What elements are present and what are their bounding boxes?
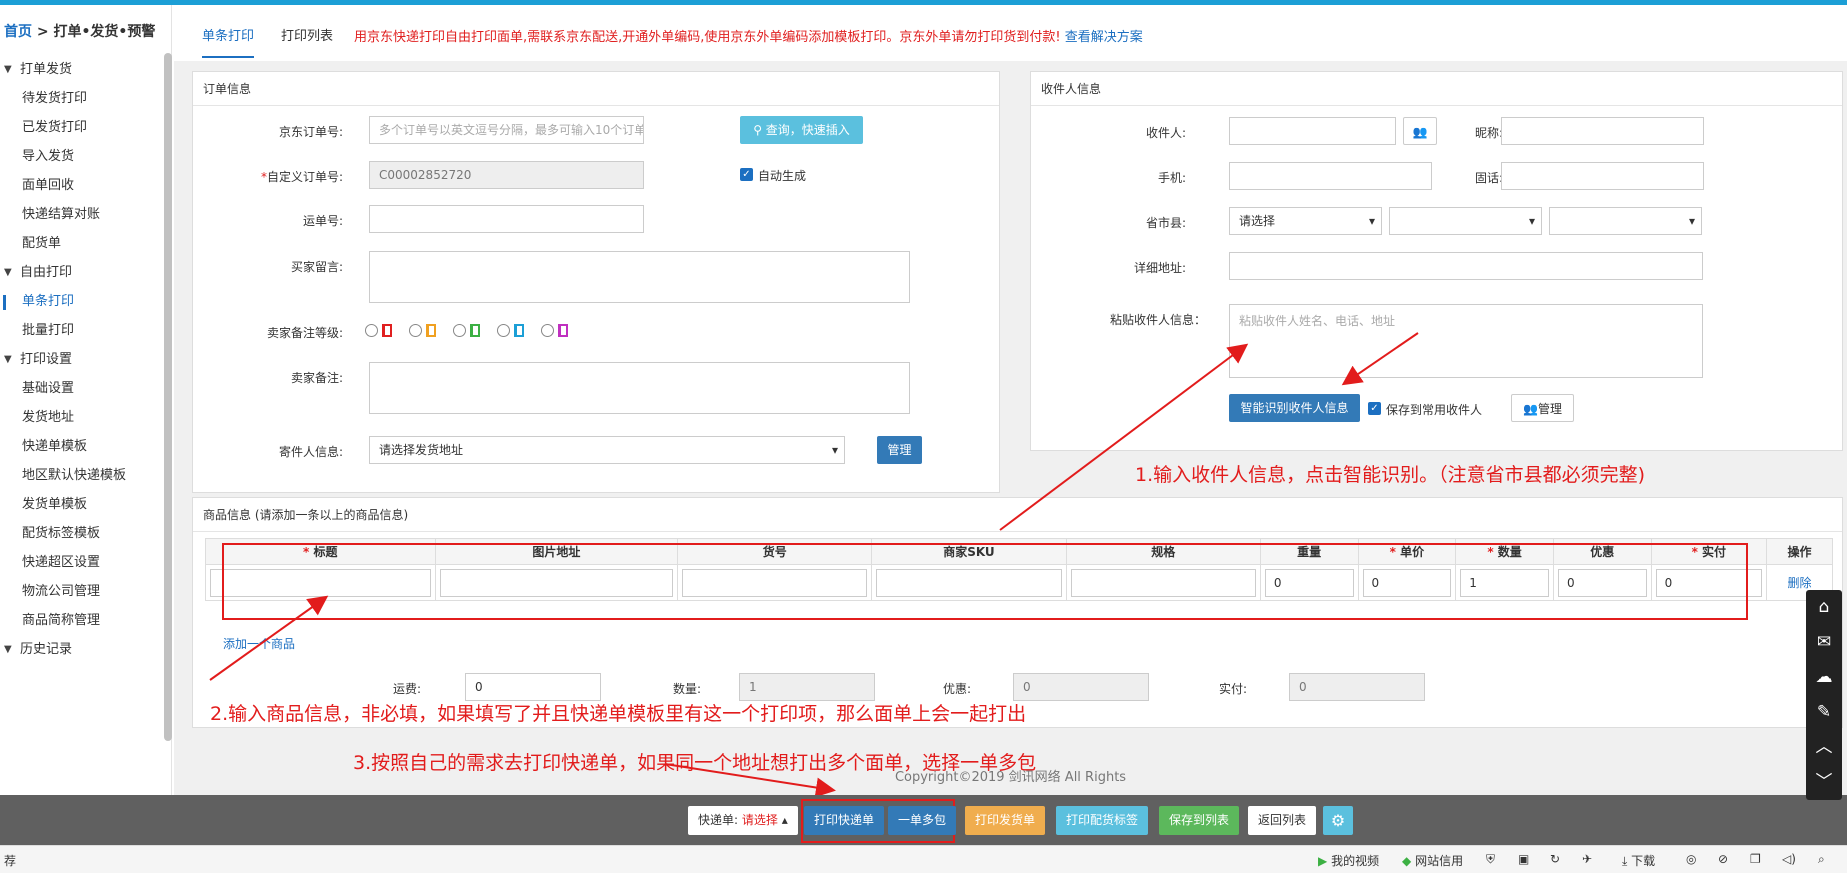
shield-status-icon[interactable]: ⛨ [1486, 852, 1495, 867]
chevron-down-icon[interactable]: ﹀ [1806, 765, 1842, 800]
chat-icon[interactable]: ☁ [1806, 660, 1842, 695]
image-icon[interactable]: ▣ [1518, 852, 1529, 866]
my-video-link[interactable]: ▶ 我的视频 [1318, 852, 1379, 869]
window-icon[interactable]: ❐ [1750, 852, 1761, 866]
browser-icon[interactable]: ⊘ [1718, 852, 1728, 866]
glasses-icon[interactable]: ◎ [1686, 852, 1696, 866]
gear-icon: ⚙ [1330, 811, 1346, 830]
play-icon: ▶ [1318, 854, 1328, 868]
arrow-to-recognize [1341, 332, 1419, 386]
print-express-button[interactable]: 打印快递单 [804, 806, 885, 835]
zoom-icon[interactable]: ⌕ [1818, 852, 1825, 867]
home-icon[interactable]: ⌂ [1806, 590, 1842, 625]
browser-status-bar: 荐 ▶ 我的视频 ◆ 网站信用 ⛨ ▣ ↻ ✈ ⤓ 下载 ◎ ⊘ ❐ ◁) ⌕ [0, 845, 1847, 873]
download-link[interactable]: ⤓ 下载 [1622, 852, 1655, 869]
chevron-up-icon[interactable]: ︿ [1806, 730, 1842, 765]
bottom-action-bar: 快递单: 请选择 ▴ 打印快递单 一单多包 打印发货单 打印配货标签 保存到列表… [0, 795, 1847, 845]
site-credit-link[interactable]: ◆ 网站信用 [1402, 852, 1463, 869]
caret-up-icon: ▴ [781, 813, 788, 827]
arrow-to-paste [999, 343, 1249, 531]
right-toolbar: ⌂ ✉ ☁ ✎ ︿ ﹀ [1806, 590, 1842, 800]
multi-package-button[interactable]: 一单多包 [888, 806, 957, 835]
print-label-button[interactable]: 打印配货标签 [1056, 806, 1149, 835]
copyright: Copyright©2019 剑讯网络 All Rights [894, 770, 1127, 785]
plane-icon[interactable]: ✈ [1582, 852, 1592, 866]
shield-icon: ◆ [1402, 854, 1412, 868]
annotation-arrows [209, 332, 1419, 798]
express-template-dropup[interactable]: 快递单: 请选择 ▴ [688, 806, 798, 835]
refresh-icon[interactable]: ↻ [1550, 852, 1560, 866]
volume-icon[interactable]: ◁) [1782, 852, 1796, 866]
save-to-list-button[interactable]: 保存到列表 [1159, 806, 1240, 835]
edit-icon[interactable]: ✎ [1806, 695, 1842, 730]
print-delivery-button[interactable]: 打印发货单 [965, 806, 1046, 835]
download-icon: ⤓ [1622, 854, 1628, 868]
back-to-list-button[interactable]: 返回列表 [1248, 806, 1317, 835]
status-left: 荐 [4, 854, 17, 868]
arrow-to-goods [209, 595, 329, 681]
settings-button[interactable]: ⚙ [1323, 806, 1353, 835]
mail-icon[interactable]: ✉ [1806, 625, 1842, 660]
